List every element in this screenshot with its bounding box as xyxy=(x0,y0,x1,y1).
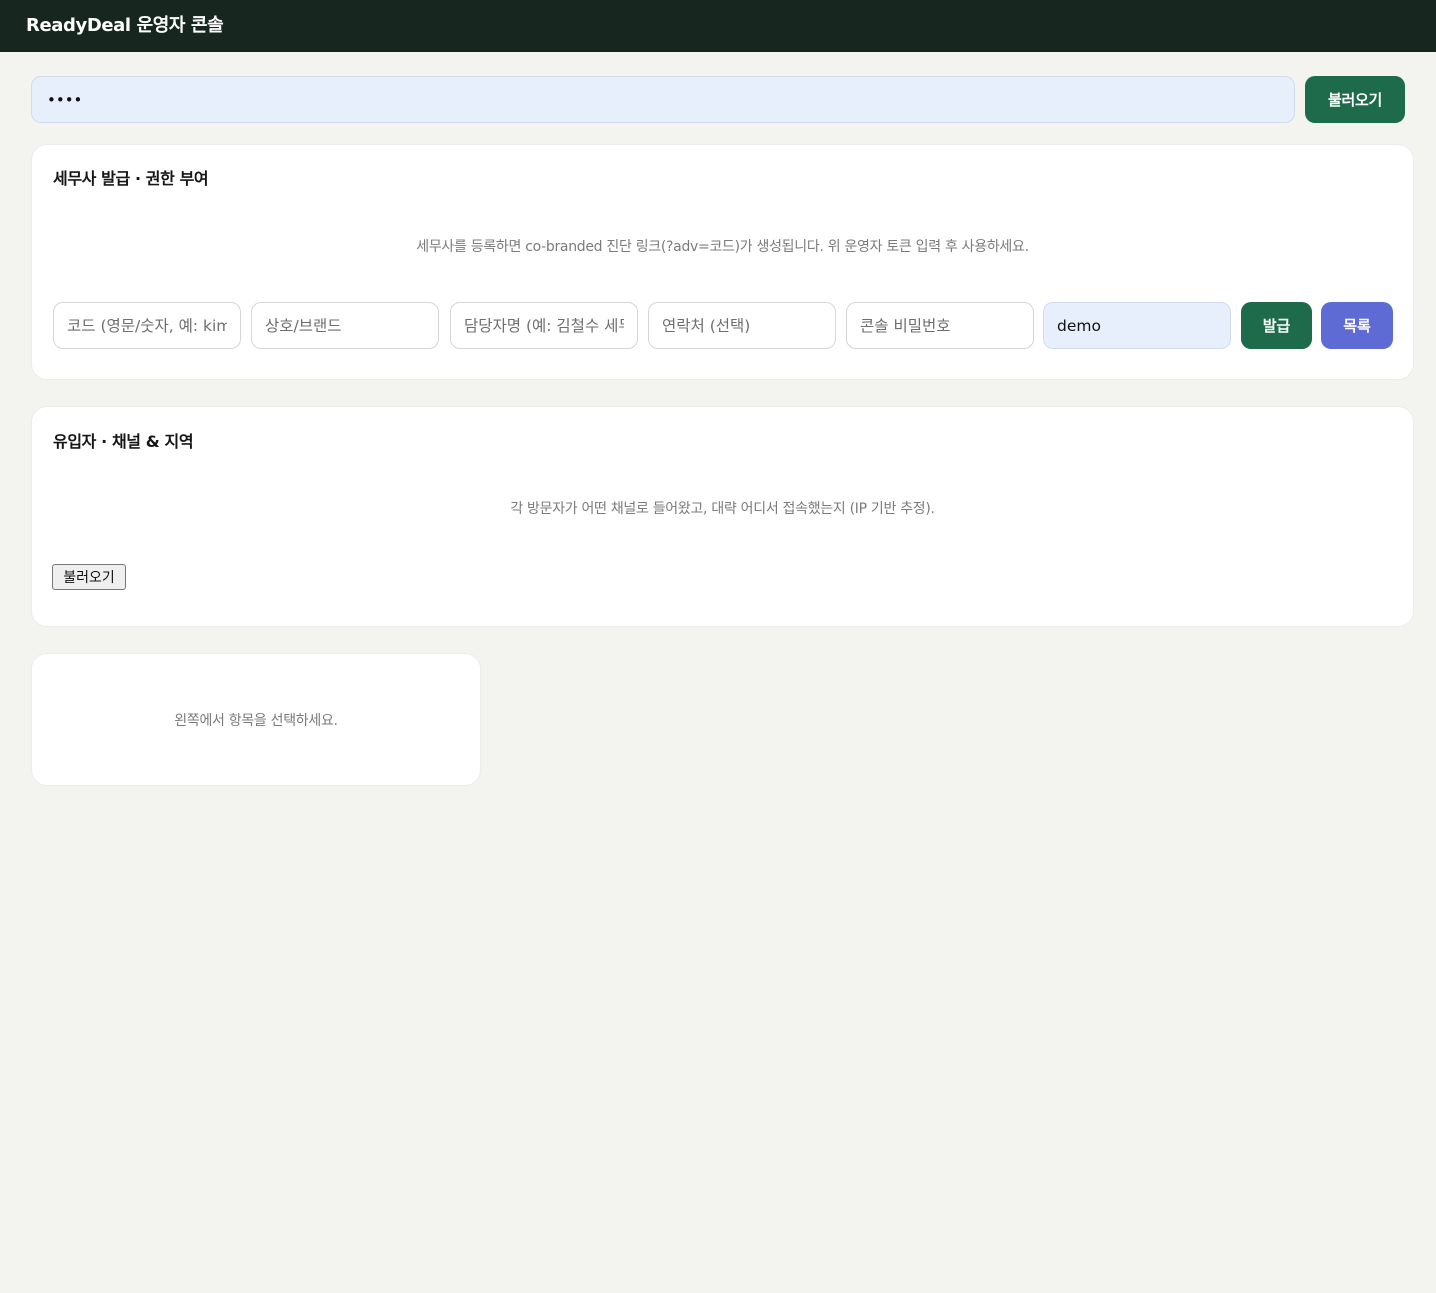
traffic-hint: 각 방문자가 어떤 채널로 들어왔고, 대략 어디서 접속했는지 (IP 기반 … xyxy=(510,501,935,517)
app-title: ReadyDeal 운영자 콘솔 xyxy=(26,15,224,36)
advisor-card-title: 세무사 발급 · 권한 부여 xyxy=(53,169,209,188)
advisor-manager-input[interactable] xyxy=(450,302,638,349)
detail-panel: 왼쪽에서 항목을 선택하세요. xyxy=(31,653,481,786)
advisor-code-input[interactable] xyxy=(53,302,241,349)
advisor-password-input[interactable] xyxy=(846,302,1034,349)
traffic-load-button[interactable]: 불러오기 xyxy=(52,564,126,590)
traffic-card-title: 유입자 · 채널 & 지역 xyxy=(53,432,194,451)
top-bar: ReadyDeal 운영자 콘솔 xyxy=(0,0,1436,52)
list-button[interactable]: 목록 xyxy=(1321,302,1393,349)
issue-button[interactable]: 발급 xyxy=(1241,302,1312,349)
operator-token-input[interactable] xyxy=(31,76,1295,123)
traffic-card: 유입자 · 채널 & 지역 각 방문자가 어떤 채널로 들어왔고, 대략 어디서… xyxy=(31,406,1414,627)
advisor-hint: 세무사를 등록하면 co-branded 진단 링크(?adv=코드)가 생성됩… xyxy=(416,239,1029,255)
advisor-issue-card: 세무사 발급 · 권한 부여 세무사를 등록하면 co-branded 진단 링… xyxy=(31,144,1414,380)
advisor-brand-input[interactable] xyxy=(251,302,439,349)
advisor-extra-input[interactable] xyxy=(1043,302,1231,349)
detail-empty-text: 왼쪽에서 항목을 선택하세요. xyxy=(174,713,338,729)
advisor-contact-input[interactable] xyxy=(648,302,836,349)
token-load-button[interactable]: 불러오기 xyxy=(1305,76,1405,123)
